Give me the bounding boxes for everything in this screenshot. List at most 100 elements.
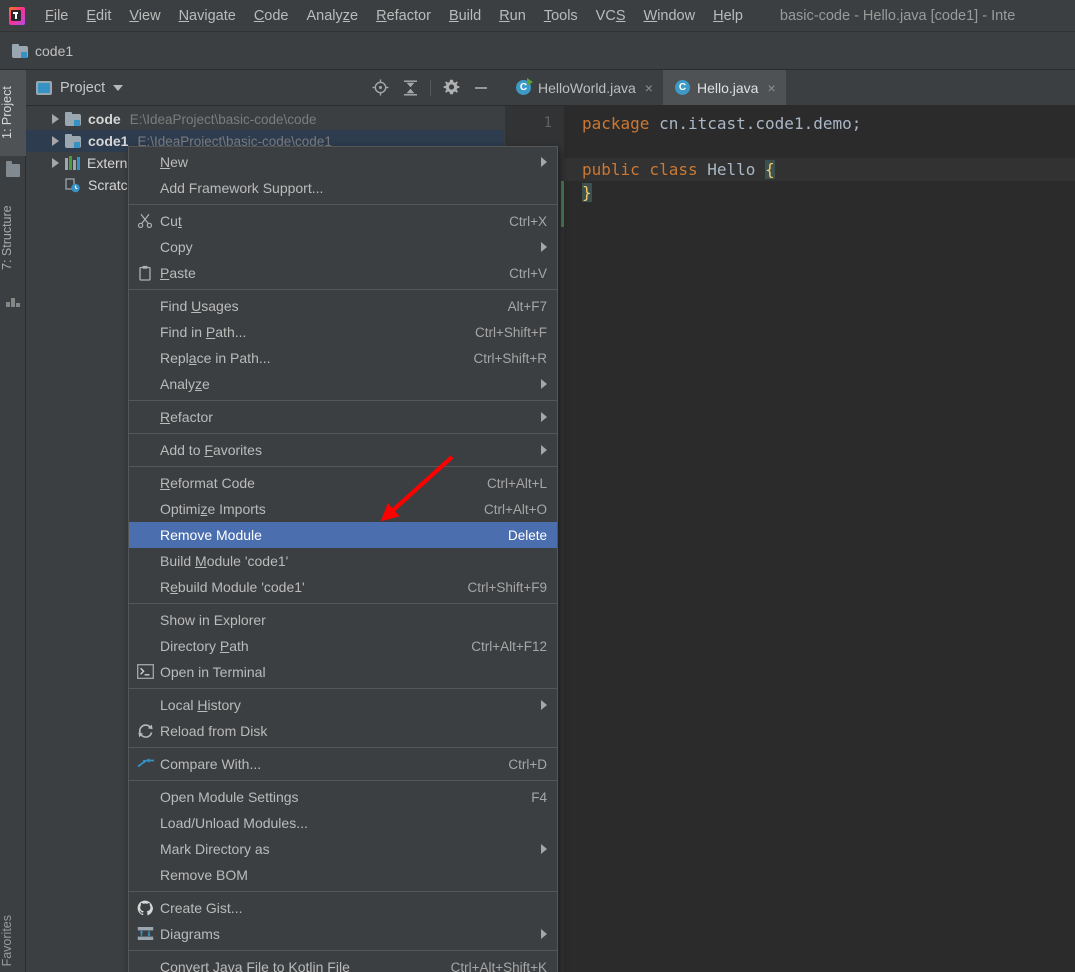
close-icon[interactable]: × — [767, 81, 775, 95]
context-menu-item-label: Build Module 'code1' — [160, 553, 289, 569]
context-menu-item-convert-java-file-to-kotlin-file[interactable]: Convert Java File to Kotlin File Ctrl+Alt… — [129, 954, 557, 972]
menu-view[interactable]: View — [120, 5, 169, 27]
module-folder-icon — [65, 134, 81, 148]
menu-item-icon-placeholder — [137, 350, 155, 366]
tree-node-label: code — [88, 111, 121, 127]
menu-window[interactable]: Window — [635, 5, 705, 27]
menu-separator — [129, 433, 557, 434]
expand-triangle-icon[interactable] — [52, 136, 59, 146]
context-menu-item-new[interactable]: New — [129, 149, 557, 175]
menu-item-icon-placeholder — [137, 475, 155, 491]
expand-triangle-icon[interactable] — [52, 158, 59, 168]
editor-tab-hello-java[interactable]: C Hello.java × — [662, 70, 786, 105]
menu-edit[interactable]: Edit — [77, 5, 120, 27]
submenu-arrow-icon — [541, 844, 547, 854]
context-menu-item-local-history[interactable]: Local History — [129, 692, 557, 718]
menu-separator — [129, 688, 557, 689]
context-menu-item-build-module-code1[interactable]: Build Module 'code1' — [129, 548, 557, 574]
context-menu-item-label: Open Module Settings — [160, 789, 299, 805]
context-menu-item-rebuild-module-code1[interactable]: Rebuild Module 'code1' Ctrl+Shift+F9 — [129, 574, 557, 600]
project-context-menu[interactable]: New Add Framework Support... Cut Ctrl+X Copy… — [128, 146, 558, 972]
expand-triangle-icon[interactable] — [52, 114, 59, 124]
menu-tools[interactable]: Tools — [535, 5, 587, 27]
menu-refactor[interactable]: Refactor — [367, 5, 440, 27]
chevron-down-icon[interactable] — [113, 84, 124, 91]
context-menu-item-cut[interactable]: Cut Ctrl+X — [129, 208, 557, 234]
context-menu-item-show-in-explorer[interactable]: Show in Explorer — [129, 607, 557, 633]
library-icon — [65, 156, 80, 170]
context-menu-item-shortcut: Ctrl+Alt+F12 — [471, 638, 547, 654]
menu-file[interactable]: File — [36, 5, 77, 27]
context-menu-item-create-gist[interactable]: Create Gist... — [129, 895, 557, 921]
menu-item-icon-placeholder — [137, 442, 155, 458]
context-menu-item-refactor[interactable]: Refactor — [129, 404, 557, 430]
context-menu-item-paste[interactable]: Paste Ctrl+V — [129, 260, 557, 286]
context-menu-item-shortcut: Ctrl+Alt+L — [486, 475, 547, 491]
context-menu-item-add-to-favorites[interactable]: Add to Favorites — [129, 437, 557, 463]
code-text[interactable]: package cn.itcast.code1.demo; public cla… — [564, 106, 1075, 972]
menu-item-icon-placeholder — [137, 638, 155, 654]
context-menu-item-directory-path[interactable]: Directory Path Ctrl+Alt+F12 — [129, 633, 557, 659]
sidebar-tab-favorites[interactable]: Favorites — [0, 915, 26, 966]
menu-help[interactable]: Help — [704, 5, 752, 27]
module-folder-icon — [12, 43, 28, 58]
minimize-icon[interactable] — [466, 75, 496, 101]
menu-run[interactable]: Run — [490, 5, 535, 27]
menu-analyze[interactable]: Analyze — [298, 5, 368, 27]
context-menu-item-load-unload-modules[interactable]: Load/Unload Modules... — [129, 810, 557, 836]
context-menu-item-reload-from-disk[interactable]: Reload from Disk — [129, 718, 557, 744]
menu-item-icon-placeholder — [137, 959, 155, 972]
breadcrumb-label: code1 — [35, 42, 74, 59]
menu-code[interactable]: Code — [245, 5, 298, 27]
close-icon[interactable]: × — [645, 81, 653, 95]
structure-icon — [6, 294, 20, 307]
locate-icon[interactable] — [365, 75, 395, 101]
context-menu-item-open-in-terminal[interactable]: Open in Terminal — [129, 659, 557, 685]
sidebar-tab-structure[interactable]: 7: Structure — [0, 188, 26, 288]
toolbar-divider — [430, 79, 431, 96]
menu-build[interactable]: Build — [440, 5, 490, 27]
gear-icon[interactable] — [436, 75, 466, 101]
context-menu-item-label: Local History — [160, 697, 241, 713]
menu-item-icon-placeholder — [137, 324, 155, 340]
menu-item-icon-placeholder — [137, 815, 155, 831]
context-menu-item-optimize-imports[interactable]: Optimize Imports Ctrl+Alt+O — [129, 496, 557, 522]
tree-node-path: E:\IdeaProject\basic-code\code — [129, 111, 317, 127]
context-menu-item-find-usages[interactable]: Find Usages Alt+F7 — [129, 293, 557, 319]
menu-separator — [129, 400, 557, 401]
context-menu-item-open-module-settings[interactable]: Open Module Settings F4 — [129, 784, 557, 810]
menu-vcs[interactable]: VCS — [587, 5, 635, 27]
context-menu-item-shortcut: Ctrl+Shift+F9 — [467, 579, 547, 595]
context-menu-item-shortcut: Ctrl+Alt+Shift+K — [450, 959, 547, 972]
context-menu-item-remove-bom[interactable]: Remove BOM — [129, 862, 557, 888]
menu-item-icon-placeholder — [137, 553, 155, 569]
sidebar-tab-project[interactable]: 1: Project — [0, 70, 26, 156]
menu-navigate[interactable]: Navigate — [170, 5, 245, 27]
context-menu-item-reformat-code[interactable]: Reformat Code Ctrl+Alt+L — [129, 470, 557, 496]
compare-icon — [137, 756, 155, 772]
context-menu-item-copy[interactable]: Copy — [129, 234, 557, 260]
context-menu-item-label: Paste — [160, 265, 196, 281]
context-menu-item-label: Rebuild Module 'code1' — [160, 579, 305, 595]
context-menu-item-label: Reformat Code — [160, 475, 255, 491]
submenu-arrow-icon — [541, 412, 547, 422]
collapse-all-icon[interactable] — [395, 75, 425, 101]
code-editor[interactable]: 1 package cn.itcast.code1.demo; public c… — [504, 106, 1075, 972]
menu-item-icon-placeholder — [137, 154, 155, 170]
context-menu-item-remove-module[interactable]: Remove Module Delete — [129, 522, 557, 548]
context-menu-item-find-in-path[interactable]: Find in Path... Ctrl+Shift+F — [129, 319, 557, 345]
context-menu-item-mark-directory-as[interactable]: Mark Directory as — [129, 836, 557, 862]
tree-node-code[interactable]: code E:\IdeaProject\basic-code\code — [26, 108, 504, 130]
context-menu-item-shortcut: Alt+F7 — [507, 298, 547, 314]
context-menu-item-add-framework-support[interactable]: Add Framework Support... — [129, 175, 557, 201]
menu-item-icon-placeholder — [137, 239, 155, 255]
project-panel-title: Project — [60, 79, 106, 96]
context-menu-item-diagrams[interactable]: Diagrams — [129, 921, 557, 947]
context-menu-item-analyze[interactable]: Analyze — [129, 371, 557, 397]
context-menu-item-replace-in-path[interactable]: Replace in Path... Ctrl+Shift+R — [129, 345, 557, 371]
java-class-runnable-icon: C — [516, 78, 533, 95]
context-menu-item-compare-with[interactable]: Compare With... Ctrl+D — [129, 751, 557, 777]
editor-tab-helloworld-java[interactable]: C HelloWorld.java × — [504, 70, 663, 105]
context-menu-item-label: Refactor — [160, 409, 213, 425]
